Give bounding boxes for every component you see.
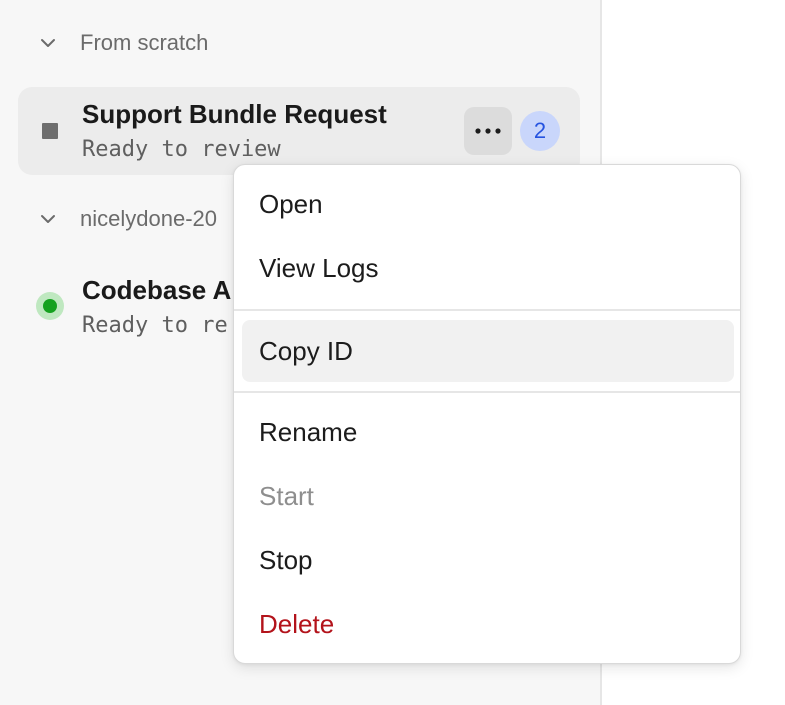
group-header-nicelydone[interactable]: nicelydone-20 bbox=[36, 204, 217, 234]
menu-separator bbox=[234, 309, 740, 311]
running-dot-icon bbox=[36, 292, 64, 320]
menu-item-label: View Logs bbox=[259, 252, 379, 283]
menu-separator bbox=[234, 391, 740, 393]
menu-item-start: Start bbox=[242, 465, 734, 527]
menu-item-view-logs[interactable]: View Logs bbox=[242, 237, 734, 299]
menu-item-label: Copy ID bbox=[259, 335, 353, 366]
chevron-down-icon bbox=[36, 31, 60, 55]
menu-item-label: Rename bbox=[259, 416, 358, 447]
menu-item-stop[interactable]: Stop bbox=[242, 529, 734, 591]
menu-item-copy-id[interactable]: Copy ID bbox=[242, 320, 734, 382]
group-label: nicelydone-20 bbox=[80, 206, 217, 231]
group-label: From scratch bbox=[80, 30, 209, 55]
task-title: Codebase A bbox=[82, 275, 232, 305]
menu-item-rename[interactable]: Rename bbox=[242, 401, 734, 463]
menu-item-label: Delete bbox=[259, 608, 335, 639]
menu-item-delete[interactable]: Delete bbox=[242, 593, 734, 655]
more-options-button[interactable] bbox=[464, 107, 512, 155]
task-status-text: Ready to review bbox=[82, 137, 281, 162]
task-row-support-bundle-request[interactable]: Support Bundle Request Ready to review 2 bbox=[18, 87, 580, 175]
menu-item-label: Open bbox=[259, 188, 323, 219]
menu-item-label: Start bbox=[259, 480, 314, 511]
chevron-down-icon bbox=[36, 207, 60, 231]
count-badge: 2 bbox=[520, 111, 560, 151]
context-menu: Open View Logs Copy ID Rename Start Stop… bbox=[233, 164, 741, 664]
menu-item-open[interactable]: Open bbox=[242, 173, 734, 235]
menu-item-label: Stop bbox=[259, 544, 313, 575]
task-title: Support Bundle Request bbox=[82, 99, 387, 129]
stop-square-icon bbox=[42, 123, 58, 139]
task-status-text: Ready to re bbox=[82, 313, 228, 338]
ellipsis-icon bbox=[475, 128, 501, 134]
group-header-from-scratch[interactable]: From scratch bbox=[36, 28, 208, 58]
